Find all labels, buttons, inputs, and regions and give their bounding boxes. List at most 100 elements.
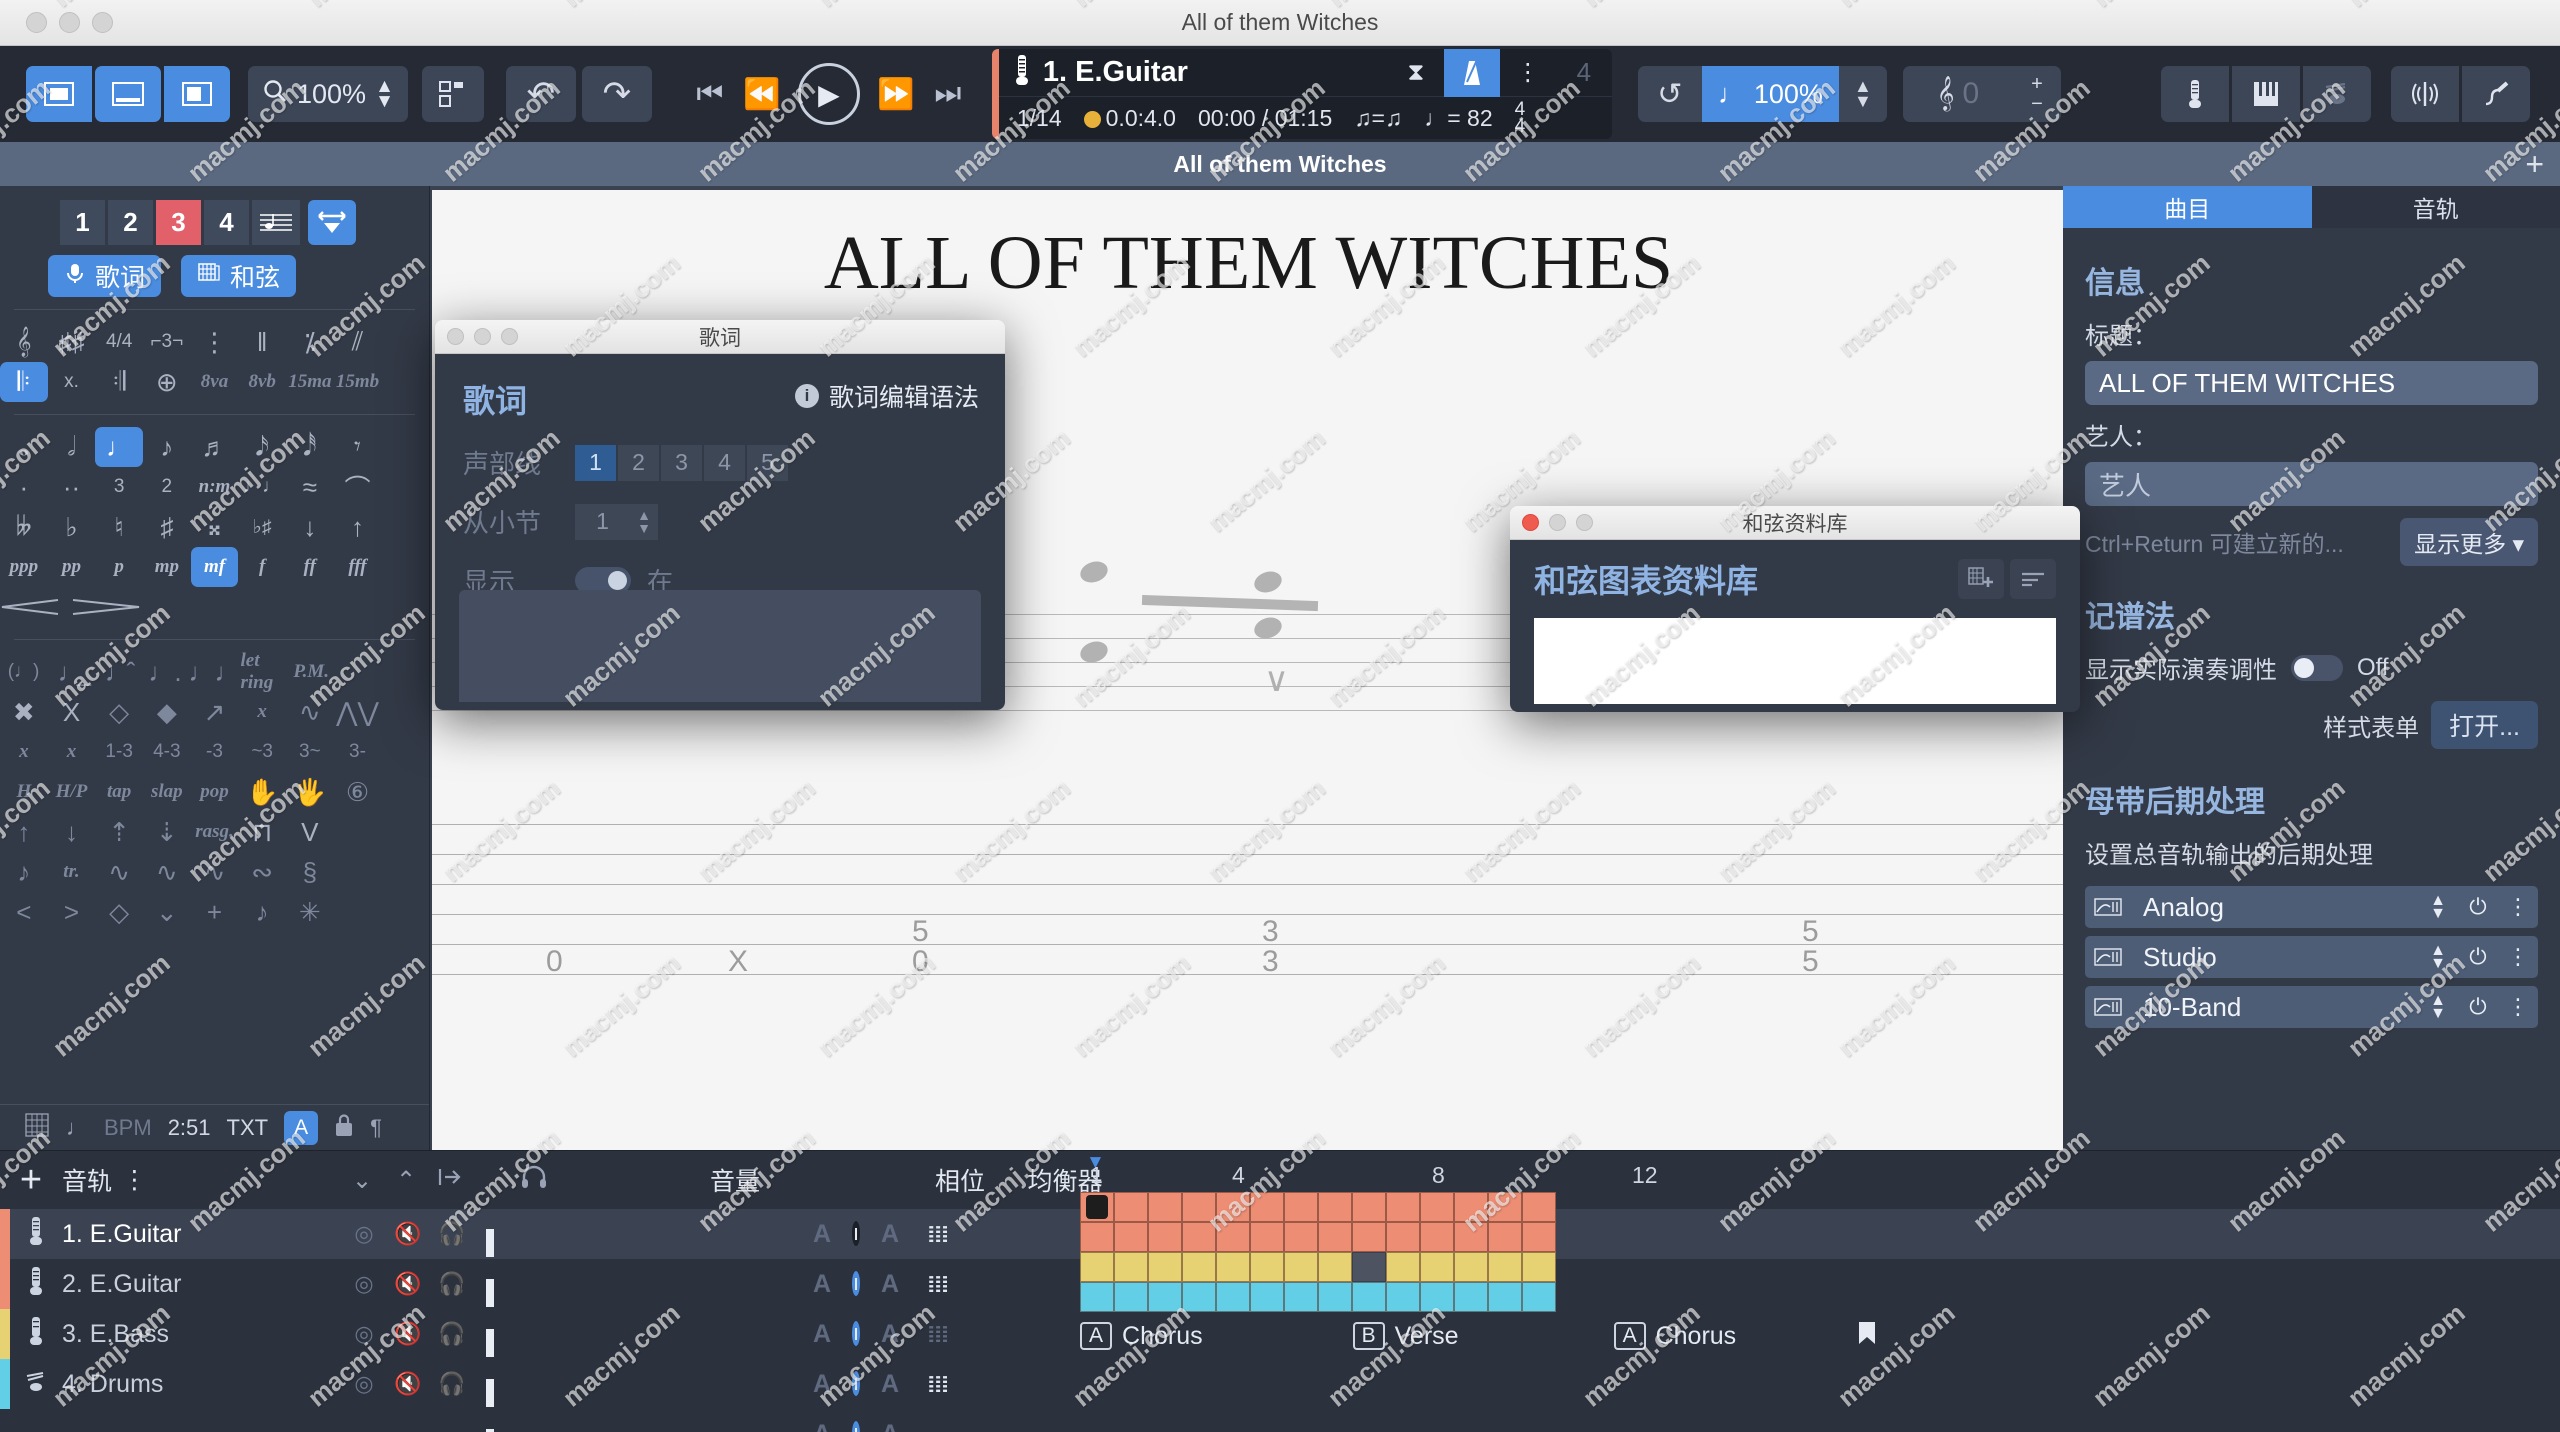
lyrics-frombar-arrows[interactable]: ▲ ▼ [630,503,658,540]
slur-button[interactable]: ≈ [286,467,334,507]
ottava-15mb-button[interactable]: 15mb [334,362,382,402]
grace-note-button[interactable]: ♩♩ [189,652,241,692]
palette-row-durations[interactable]: 𝅝 𝅗𝅥 ♩ ♪ ♬ 𝅘𝅥𝅯 𝅘𝅥𝅰 𝄾 [0,427,429,467]
timeline-cell[interactable] [1182,1192,1216,1222]
timeline-lane[interactable] [1080,1252,2560,1282]
chord-minimize-button[interactable] [1549,514,1566,531]
chord-actions[interactable] [1958,559,2056,599]
accent-small-button[interactable]: < [0,892,48,932]
timeline-sections[interactable]: A Chorus B Verse A Chorus [1080,1312,2560,1354]
mute-x-button[interactable]: X [48,692,96,732]
flat-button[interactable]: ♭ [48,507,96,547]
tremolo-button[interactable]: ∿ [191,852,239,892]
arrangement-timeline[interactable]: ▼ 1 4 8 12 A Chorus B Verse A Chorus [1080,1150,2560,1432]
repeat-end-button[interactable]: 𝄇 [95,362,143,402]
track-name[interactable]: 1. E.Guitar [62,1220,342,1249]
whole-note-button[interactable]: 𝅝 [0,427,48,467]
harmonic-open-button[interactable]: ◇ [95,692,143,732]
timeline-cell[interactable] [1386,1282,1420,1312]
status-badge[interactable]: A [284,1110,319,1145]
fast-forward-button[interactable]: ⏩ [874,77,918,112]
equalizer-button[interactable]: 𝍖 [908,1370,968,1399]
lyrics-dialog[interactable]: 歌词 歌词 i 歌词编辑语法 声部线 1 2 3 4 5 从小节 1 ▲ ▼ 显… [435,320,1005,710]
volume-auto-badge[interactable]: A [804,1420,840,1432]
effect-row[interactable]: 10-Band ▲ ▼ ⏻ ⋮ [2085,986,2538,1028]
lock-icon[interactable] [334,1113,354,1143]
staccato-button[interactable]: ♩̲ [47,652,94,692]
section-badge[interactable]: A [1613,1322,1646,1350]
pan-knob[interactable] [852,1271,860,1296]
lyrics-syntax-link[interactable]: i 歌词编辑语法 [794,378,979,414]
ottava-8va-button[interactable]: 8va [191,362,239,402]
view-mode-segmented[interactable] [26,66,230,122]
pan-knob[interactable] [852,1371,860,1396]
timeline-lanes[interactable] [1080,1192,2560,1312]
timeline-cell[interactable] [1114,1282,1148,1312]
palette-row-bends[interactable]: x x 1-3 4-3 -3 ~3 3~ 3- [0,732,429,772]
countin-controls[interactable]: 𝄞 0 + − [1902,66,2061,122]
accent-large-button[interactable]: > [48,892,96,932]
octave-up-button[interactable]: ↑ [334,507,382,547]
record-icon[interactable]: ◎ [342,1271,386,1297]
headphone-icon[interactable] [512,1165,556,1196]
rasgueado-button[interactable]: rasg. [191,812,239,852]
title-input[interactable]: ALL OF THEM WITCHES [2085,361,2538,405]
timeline-cell[interactable] [1216,1252,1250,1282]
dot-button[interactable]: · [0,467,48,507]
solo-icon[interactable]: 🎧 [430,1371,474,1397]
ottava-8vb-button[interactable]: 8vb [238,362,286,402]
timeline-cell[interactable] [1420,1252,1454,1282]
chords-chip-button[interactable]: 和弦 [181,255,297,297]
tuplet-button[interactable]: ⌐3¬ [143,322,191,362]
timeline-cell[interactable] [1216,1192,1250,1222]
note-misc-button[interactable]: ♪ [238,892,286,932]
volume-auto-badge[interactable]: A [804,1270,840,1299]
artist-input[interactable]: 艺人 [2085,462,2538,506]
pan-auto-badge[interactable]: A [872,1370,908,1399]
segno-button[interactable]: § [286,852,334,892]
wide-vibrato-button[interactable]: ⋀⋁ [334,692,382,732]
timeline-cell[interactable] [1522,1222,1556,1252]
timeline-cell[interactable] [1386,1252,1420,1282]
list-icon[interactable] [2010,559,2056,599]
timeline-cell[interactable] [1318,1192,1352,1222]
dashed-barline-button[interactable]: ⋮ [191,322,239,362]
pan-knob[interactable] [852,1421,860,1432]
double-flat-button[interactable]: 𝄫 [0,507,48,547]
effect-menu-button[interactable]: ⋮ [2498,944,2538,970]
maximize-button[interactable] [92,12,113,33]
lyrics-frombar-stepper[interactable]: 1 ▲ ▼ [575,503,658,540]
slap-button[interactable]: slap [143,772,191,812]
bend-x-2-button[interactable]: x [48,732,96,772]
natural-button[interactable]: ♮ [95,507,143,547]
effect-select-icon[interactable]: ▲ ▼ [2418,993,2458,1022]
diamond-button[interactable]: ◇ [95,892,143,932]
arpeggio-down-button[interactable]: ⇣ [143,812,191,852]
stroke-down-button[interactable]: ↓ [48,812,96,852]
lyrics-textarea[interactable] [459,590,981,702]
tuner-icon[interactable] [2391,66,2459,122]
chord-close-button[interactable] [1522,514,1539,531]
record-icon[interactable]: ◎ [342,1221,386,1247]
repeat-one-bar-button[interactable]: ⁒ [286,322,334,362]
volume-auto-badge[interactable]: A [804,1370,840,1399]
countin-field[interactable]: 𝄞 0 [1902,66,2013,122]
timeline-cell[interactable] [1454,1252,1488,1282]
triplet-button[interactable]: 3 [95,467,143,507]
concert-pitch-row[interactable]: 显示实际演奏调性 Off [2085,650,2538,685]
thirtysecond-note-button[interactable]: 𝅘𝅥𝅯 [238,427,286,467]
timeline-cell[interactable] [1148,1222,1182,1252]
octave-down-button[interactable]: ↓ [286,507,334,547]
chord-maximize-button[interactable] [1576,514,1593,531]
hammer-on-button[interactable]: H [0,772,48,812]
solo-icon[interactable]: 🎧 [430,1271,474,1297]
upstroke-button[interactable]: V [286,812,334,852]
arpeggio-up-button[interactable]: ⇡ [95,812,143,852]
coda-button[interactable]: ⊕ [143,362,191,402]
palette-row-dynamics[interactable]: ppp pp p mp mf f ff fff [0,547,429,587]
rewind-button[interactable]: ⏪ [740,77,784,112]
slide-in-below-button[interactable]: -3 [191,732,239,772]
timeline-cell[interactable] [1386,1192,1420,1222]
collapse-tracks-button[interactable]: ⌄ [340,1166,384,1195]
pop-button[interactable]: pop [191,772,239,812]
